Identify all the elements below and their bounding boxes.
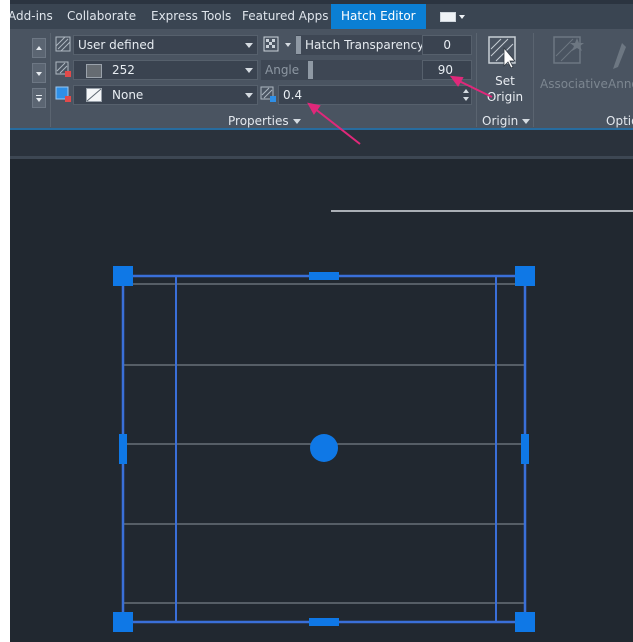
- corner-grip: [515, 266, 535, 286]
- autocad-window: Add-ins Collaborate Express Tools Featur…: [10, 0, 633, 642]
- midpoint-grip: [309, 272, 339, 280]
- drawing-overlay: [113, 75, 633, 632]
- center-grip: [310, 434, 338, 462]
- corner-grip: [113, 612, 133, 632]
- midpoint-grip: [119, 434, 127, 464]
- corner-grip: [515, 612, 535, 632]
- midpoint-grip: [521, 434, 529, 464]
- corner-grip: [113, 266, 133, 286]
- midpoint-grip: [309, 618, 339, 626]
- annotation-arrows: [307, 75, 493, 145]
